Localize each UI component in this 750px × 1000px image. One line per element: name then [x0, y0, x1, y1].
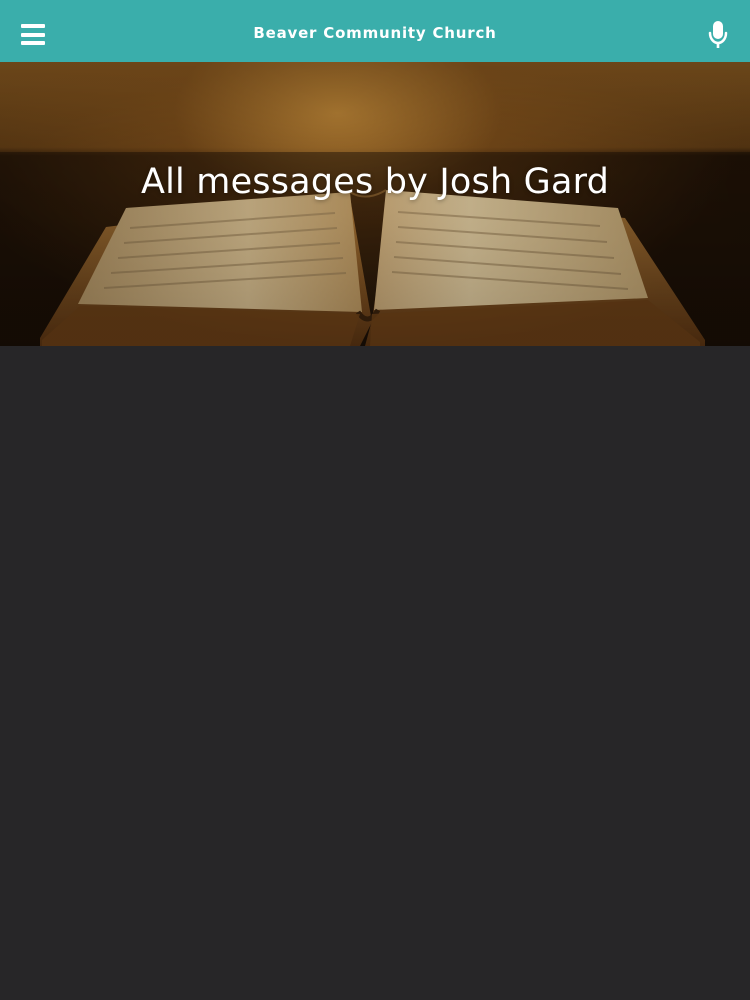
open-bible-image	[0, 62, 750, 346]
microphone-button[interactable]	[708, 21, 728, 49]
app-screen: Beaver Community Church All messages by …	[0, 0, 750, 1000]
top-app-bar: Beaver Community Church	[0, 0, 750, 62]
messages-list-area	[0, 346, 750, 1000]
hero-banner: All messages by Josh Gard	[0, 62, 750, 346]
hero-heading: All messages by Josh Gard	[140, 162, 610, 202]
microphone-icon	[708, 21, 728, 48]
menu-button[interactable]	[21, 24, 45, 45]
hamburger-menu-icon	[21, 24, 45, 28]
app-title: Beaver Community Church	[253, 24, 497, 42]
